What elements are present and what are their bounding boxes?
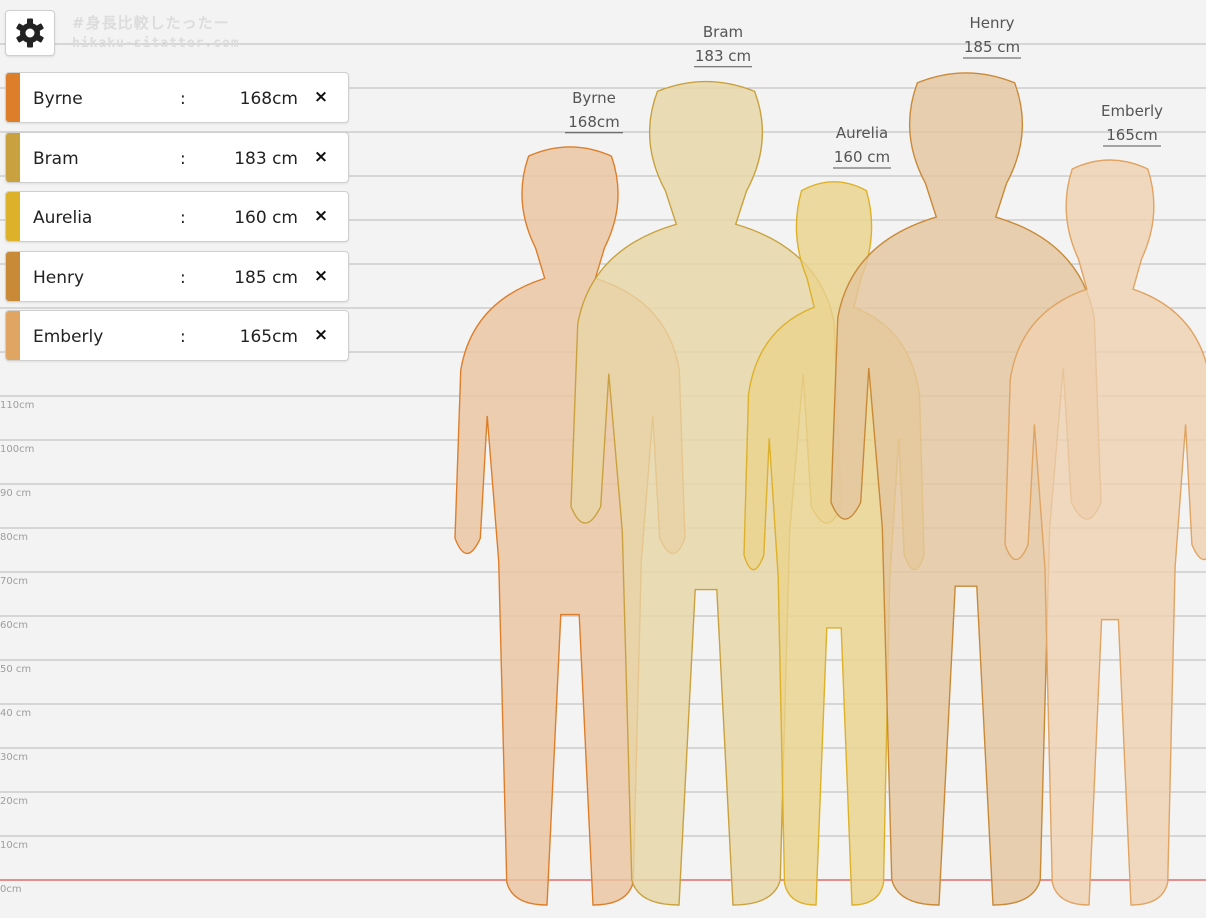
person-name: Bram <box>33 148 79 169</box>
figure-height-label: 165cm <box>1106 126 1158 144</box>
separator: : <box>180 89 186 109</box>
person-height: 185 cm <box>234 267 298 288</box>
person-height: 165cm <box>239 327 298 347</box>
gear-icon <box>16 18 44 48</box>
person-name: Henry <box>33 267 85 288</box>
close-icon[interactable]: × <box>312 205 330 227</box>
figure-height-label: 160 cm <box>834 148 890 166</box>
figure-height-label: 185 cm <box>964 38 1020 56</box>
separator: : <box>180 267 186 288</box>
person-height: 160 cm <box>234 208 298 228</box>
separator: : <box>180 148 186 169</box>
person-item-aurelia[interactable]: Aurelia : 160 cm × <box>5 191 349 242</box>
figure-name-label: Emberly <box>1101 102 1163 120</box>
person-list: Byrne : 168cm × Bram : 183 cm × Aurelia … <box>5 72 349 370</box>
brand-domain: hikaku-sitatter.com <box>72 36 240 51</box>
close-icon[interactable]: × <box>312 265 330 287</box>
person-item-byrne[interactable]: Byrne : 168cm × <box>5 72 349 123</box>
color-swatch <box>6 251 20 301</box>
figure-name-label: Aurelia <box>836 124 888 142</box>
person-height: 183 cm <box>234 148 298 169</box>
separator: : <box>180 327 186 347</box>
figure-name-label: Bram <box>703 23 743 41</box>
figure-name-label: Byrne <box>572 89 616 107</box>
brand-hashtag: #身長比較したったー <box>72 14 230 32</box>
separator: : <box>180 208 186 228</box>
person-item-emberly[interactable]: Emberly : 165cm × <box>5 310 349 361</box>
person-name: Emberly <box>33 327 104 347</box>
close-icon[interactable]: × <box>312 146 330 168</box>
person-item-bram[interactable]: Bram : 183 cm × <box>5 131 349 183</box>
person-item-henry[interactable]: Henry : 185 cm × <box>5 250 349 302</box>
person-name: Byrne <box>33 89 83 109</box>
person-name: Aurelia <box>33 208 93 228</box>
color-swatch <box>6 192 20 241</box>
color-swatch <box>6 132 20 182</box>
figure-height-label: 183 cm <box>695 47 751 65</box>
color-swatch <box>6 73 20 122</box>
color-swatch <box>6 311 20 360</box>
app-brand: #身長比較したったー hikaku-sitatter.com <box>72 12 240 51</box>
figure-name-label: Henry <box>969 14 1014 32</box>
close-icon[interactable]: × <box>312 86 330 108</box>
close-icon[interactable]: × <box>312 324 330 346</box>
figure-height-label: 168cm <box>568 113 620 131</box>
person-height: 168cm <box>239 89 298 109</box>
settings-button[interactable] <box>5 10 55 56</box>
